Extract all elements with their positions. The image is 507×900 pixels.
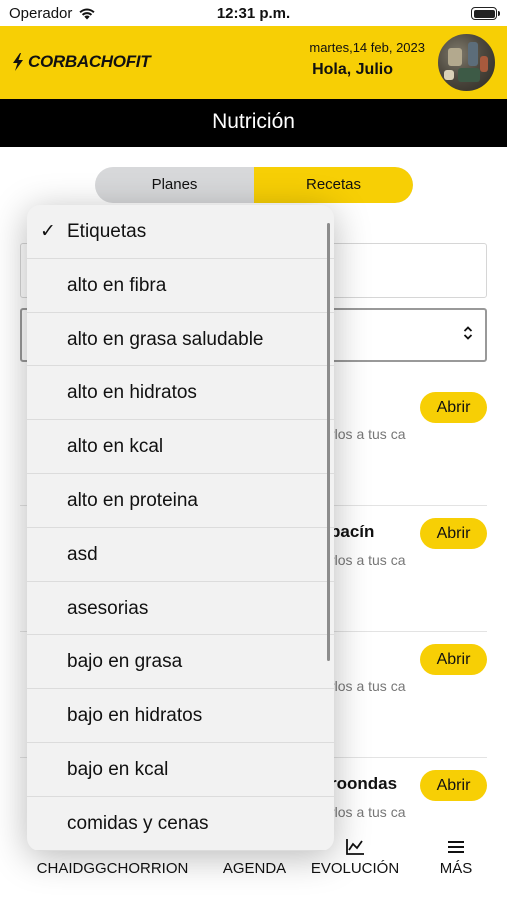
tab-label: EVOLUCIÓN <box>310 860 400 877</box>
dropdown-option[interactable]: alto en hidratos <box>27 366 334 421</box>
app-header: CORBACHOFIT martes,14 feb, 2023 Hola, Ju… <box>0 26 507 99</box>
status-time: 12:31 p.m. <box>216 5 291 22</box>
dropdown-option[interactable]: bajo en hidratos <box>27 689 334 743</box>
checkmark-icon: ✓ <box>40 221 56 242</box>
battery-icon <box>471 7 500 20</box>
dropdown-option[interactable]: alto en proteina <box>27 474 334 528</box>
dropdown-option-label: bajo en kcal <box>67 758 169 780</box>
dropdown-option-label: comidas y cenas <box>67 812 209 834</box>
avatar[interactable] <box>436 32 497 93</box>
dropdown-option[interactable]: asesorias <box>27 582 334 636</box>
dropdown-option[interactable]: alto en kcal <box>27 420 334 474</box>
tags-dropdown-menu: ✓ Etiquetas alto en fibra alto en grasa … <box>27 205 334 851</box>
tab-label: CHAIDGGCHORRION <box>36 860 189 877</box>
status-bar: Operador 12:31 p.m. <box>0 0 507 26</box>
tab-label: MÁS <box>439 860 473 877</box>
recipe-title: roondas <box>330 774 398 793</box>
tab-label: AGENDA <box>222 860 287 877</box>
recipe-title: pacín <box>330 522 375 541</box>
dropdown-option-label: asd <box>67 543 98 565</box>
dropdown-option-label: Etiquetas <box>67 221 147 242</box>
menu-icon <box>425 838 487 860</box>
open-recipe-button[interactable]: Abrir <box>420 770 487 801</box>
segment-recetas[interactable]: Recetas <box>254 167 413 203</box>
chevron-updown-icon <box>463 326 473 340</box>
dropdown-option-label: alto en hidratos <box>67 382 197 404</box>
dropdown-option-label: bajo en hidratos <box>67 705 203 727</box>
dropdown-option[interactable]: bajo en kcal <box>27 743 334 797</box>
brand-logo[interactable]: CORBACHOFIT <box>11 52 151 72</box>
page-title: Nutrición <box>0 99 507 147</box>
recipe-description: rlos a tus ca <box>330 678 406 694</box>
recipe-description: rlos a tus ca <box>330 426 406 442</box>
brand-logo-text: CORBACHOFIT <box>28 52 151 71</box>
open-recipe-button[interactable]: Abrir <box>420 644 487 675</box>
dropdown-scrollbar[interactable] <box>327 223 330 661</box>
recipe-description: rlos a tus ca <box>330 552 406 568</box>
dropdown-option[interactable]: alto en grasa saludable <box>27 313 334 367</box>
segment-planes[interactable]: Planes <box>95 167 254 203</box>
dropdown-option-label: alto en kcal <box>67 436 164 458</box>
header-greeting: Hola, Julio <box>312 61 393 78</box>
open-recipe-button[interactable]: Abrir <box>420 518 487 549</box>
dropdown-option-label: alto en proteina <box>67 489 198 511</box>
open-recipe-button[interactable]: Abrir <box>420 392 487 423</box>
header-date: martes,14 feb, 2023 <box>309 40 425 55</box>
tab-mas[interactable]: MÁS <box>425 838 487 877</box>
dropdown-option[interactable]: asd <box>27 528 334 582</box>
dropdown-option-label: alto en grasa saludable <box>67 328 264 350</box>
dropdown-option[interactable]: ✓ Etiquetas <box>27 205 334 259</box>
recipe-description: rlos a tus ca <box>330 804 406 820</box>
dropdown-option-label: bajo en grasa <box>67 651 183 673</box>
dropdown-option[interactable]: bajo en grasa <box>27 635 334 690</box>
dropdown-option-label: asesorias <box>67 597 149 619</box>
dropdown-option[interactable]: comidas y cenas <box>27 797 334 851</box>
dropdown-option[interactable]: alto en fibra <box>27 259 334 313</box>
dropdown-option-label: alto en fibra <box>67 274 167 296</box>
bolt-icon <box>13 53 23 71</box>
segmented-control: Planes Recetas <box>95 167 413 203</box>
